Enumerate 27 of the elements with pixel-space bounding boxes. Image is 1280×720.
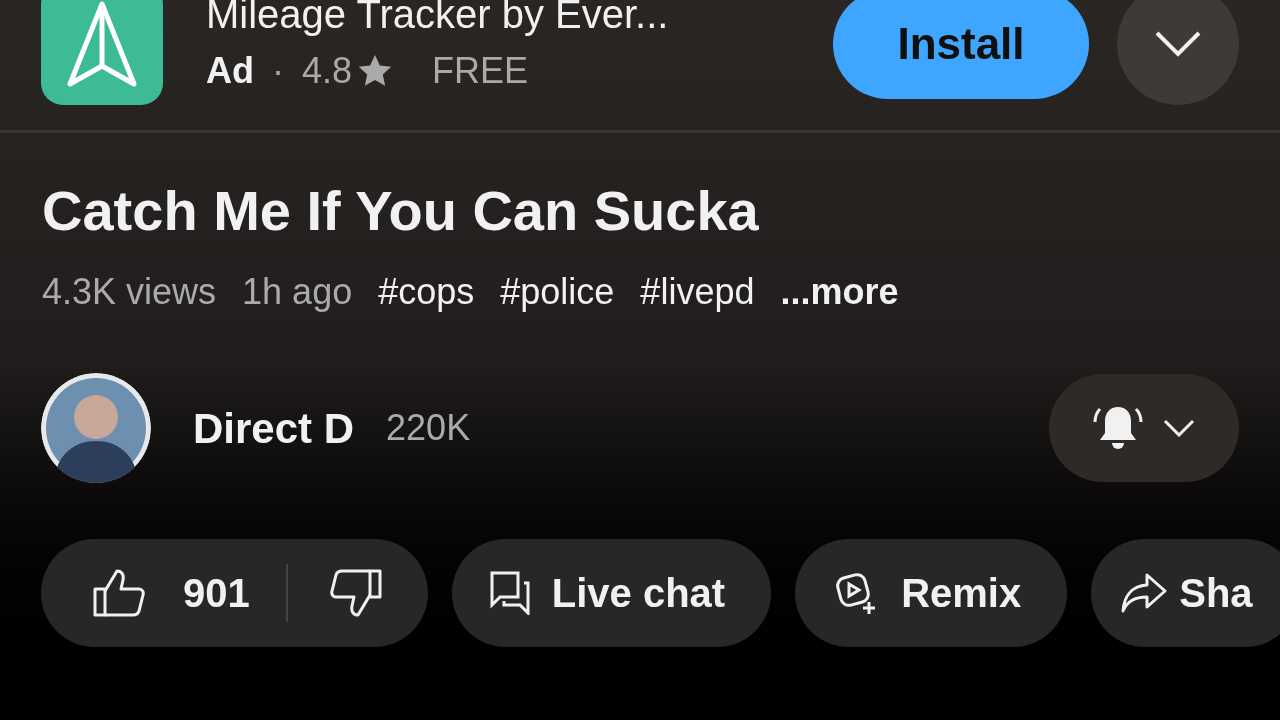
hashtag-link[interactable]: #cops [378, 265, 475, 319]
chat-button[interactable]: Live chat [451, 539, 772, 647]
install-button[interactable]: Install [833, 0, 1089, 99]
chevron-down-icon [1163, 419, 1195, 437]
thumbs-down-icon [329, 569, 382, 617]
separator: · [272, 49, 284, 93]
share-icon [1121, 573, 1168, 613]
subscriber-count: 220K [386, 406, 471, 450]
view-count: 4.3K views [42, 270, 217, 314]
chevron-down-icon [1155, 31, 1201, 57]
like-button[interactable]: 901 [41, 539, 286, 647]
more-link[interactable]: ...more [780, 265, 899, 319]
app-icon [41, 0, 163, 105]
chat-icon [489, 571, 530, 615]
ad-label: Ad [206, 49, 254, 93]
price: FREE [432, 49, 529, 93]
channel-name[interactable]: Direct D [193, 396, 355, 460]
thumbs-up-icon [93, 569, 145, 617]
star-icon [358, 55, 393, 87]
share-button[interactable]: Sha [1091, 539, 1280, 647]
rating: 4.8 [302, 49, 353, 93]
upload-time: 1h ago [242, 270, 353, 314]
hashtag-link[interactable]: #police [500, 265, 615, 319]
channel-avatar[interactable] [41, 373, 151, 483]
hashtag-link[interactable]: #livepd [640, 265, 755, 319]
remix-button[interactable]: Remix [795, 539, 1068, 647]
video-title: Catch Me If You Can Sucka [41, 178, 760, 244]
